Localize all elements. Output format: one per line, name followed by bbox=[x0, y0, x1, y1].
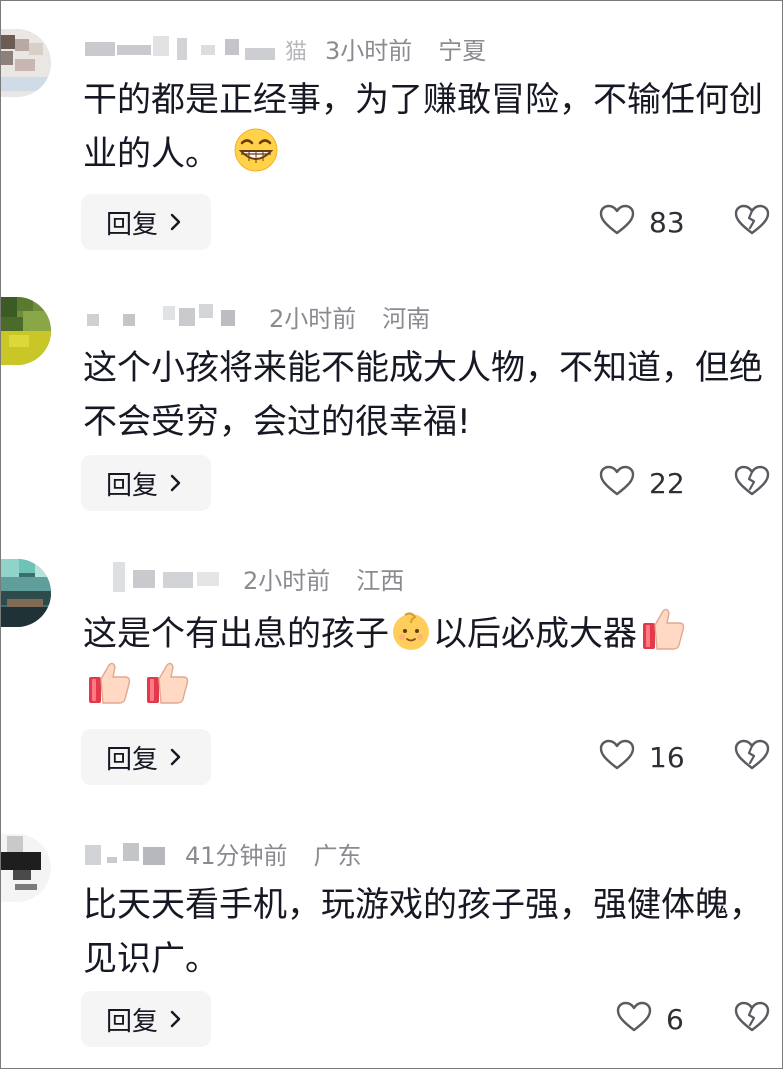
reply-label: 回复 bbox=[105, 209, 158, 240]
reply-label: 回复 bbox=[105, 1006, 158, 1037]
reply-button[interactable]: 回复 bbox=[81, 194, 211, 250]
dislike-button[interactable] bbox=[734, 455, 770, 511]
comment-text: 这个小孩将来能不能成大人物，不知道，但绝不会受穷，会过的很幸福! bbox=[83, 341, 773, 449]
reply-button[interactable]: 回复 bbox=[81, 729, 211, 785]
broken-heart-icon bbox=[734, 204, 770, 240]
like-button[interactable]: 83 bbox=[599, 194, 685, 250]
comment-text-part2: 以后必成大器 bbox=[433, 614, 637, 654]
comment-text-line2 bbox=[83, 657, 773, 723]
chevron-right-icon bbox=[166, 745, 186, 769]
comment-time: 2小时前 bbox=[269, 304, 357, 333]
comment-meta: 2小时前 河南 bbox=[85, 299, 430, 333]
like-count: 22 bbox=[649, 466, 685, 500]
comment-text: 干的都是正经事，为了赚敢冒险，不输任何创业的人。 bbox=[83, 73, 773, 189]
comment-text-content: 干的都是正经事，为了赚敢冒险，不输任何创业的人。 bbox=[83, 80, 763, 174]
heart-icon bbox=[599, 739, 635, 775]
comment-location: 江西 bbox=[356, 566, 405, 595]
avatar[interactable] bbox=[1, 29, 51, 97]
comment-text: 比天天看手机，玩游戏的孩子强，强健体魄，见识广。 bbox=[83, 878, 773, 986]
comment-meta: 41分钟前 广东 bbox=[85, 836, 362, 870]
heart-icon bbox=[599, 465, 635, 501]
like-button[interactable]: 6 bbox=[616, 991, 684, 1047]
dislike-button[interactable] bbox=[734, 194, 770, 250]
comment-location: 广东 bbox=[313, 841, 362, 870]
comment-item: 2小时前 江西 这是个有出息的孩子 以后必成大器 回复 16 bbox=[1, 559, 782, 789]
grinning-face-emoji bbox=[230, 127, 282, 189]
broken-heart-icon bbox=[734, 465, 770, 501]
username[interactable]: 猫 bbox=[85, 36, 307, 65]
username-tail: 猫 bbox=[284, 40, 307, 65]
reply-label: 回复 bbox=[105, 470, 158, 501]
avatar[interactable] bbox=[1, 559, 51, 627]
username[interactable] bbox=[85, 562, 225, 592]
reply-label: 回复 bbox=[105, 744, 158, 775]
comment-location: 河南 bbox=[382, 304, 431, 333]
dislike-button[interactable] bbox=[734, 991, 770, 1047]
like-button[interactable]: 16 bbox=[599, 729, 685, 785]
reply-button[interactable]: 回复 bbox=[81, 991, 211, 1047]
comment-item: 猫 3小时前 宁夏 干的都是正经事，为了赚敢冒险，不输任何创业的人。 回复 83 bbox=[1, 29, 782, 259]
like-count: 16 bbox=[649, 740, 685, 774]
heart-icon bbox=[599, 204, 635, 240]
broken-heart-icon bbox=[734, 1001, 770, 1037]
comment-time: 2小时前 bbox=[243, 566, 331, 595]
comment-item: 41分钟前 广东 比天天看手机，玩游戏的孩子强，强健体魄，见识广。 回复 6 bbox=[1, 834, 782, 1064]
username[interactable] bbox=[85, 304, 251, 328]
comment-text-content: 这个小孩将来能不能成大人物，不知道，但绝不会受穷，会过的很幸福! bbox=[83, 348, 763, 442]
thumbs-up-emoji bbox=[83, 657, 133, 723]
dislike-button[interactable] bbox=[734, 729, 770, 785]
comment-time: 41分钟前 bbox=[185, 841, 288, 870]
avatar[interactable] bbox=[1, 834, 51, 902]
username[interactable] bbox=[85, 841, 167, 865]
comment-meta: 2小时前 江西 bbox=[85, 561, 404, 595]
comment-item: 2小时前 河南 这个小孩将来能不能成大人物，不知道，但绝不会受穷，会过的很幸福!… bbox=[1, 297, 782, 527]
avatar[interactable] bbox=[1, 297, 51, 365]
like-count: 6 bbox=[666, 1002, 684, 1036]
reply-button[interactable]: 回复 bbox=[81, 455, 211, 511]
chevron-right-icon bbox=[166, 471, 186, 495]
thumbs-up-emoji bbox=[141, 657, 191, 723]
comment-text-part1: 这是个有出息的孩子 bbox=[83, 614, 389, 654]
comment-location: 宁夏 bbox=[438, 36, 487, 65]
like-button[interactable]: 22 bbox=[599, 455, 685, 511]
broken-heart-icon bbox=[734, 739, 770, 775]
comment-text-content: 比天天看手机，玩游戏的孩子强，强健体魄，见识广。 bbox=[83, 885, 763, 979]
heart-icon bbox=[616, 1001, 652, 1037]
like-count: 83 bbox=[649, 205, 685, 239]
chevron-right-icon bbox=[166, 210, 186, 234]
comment-time: 3小时前 bbox=[325, 36, 413, 65]
chevron-right-icon bbox=[166, 1007, 186, 1031]
comment-meta: 猫 3小时前 宁夏 bbox=[85, 31, 486, 65]
